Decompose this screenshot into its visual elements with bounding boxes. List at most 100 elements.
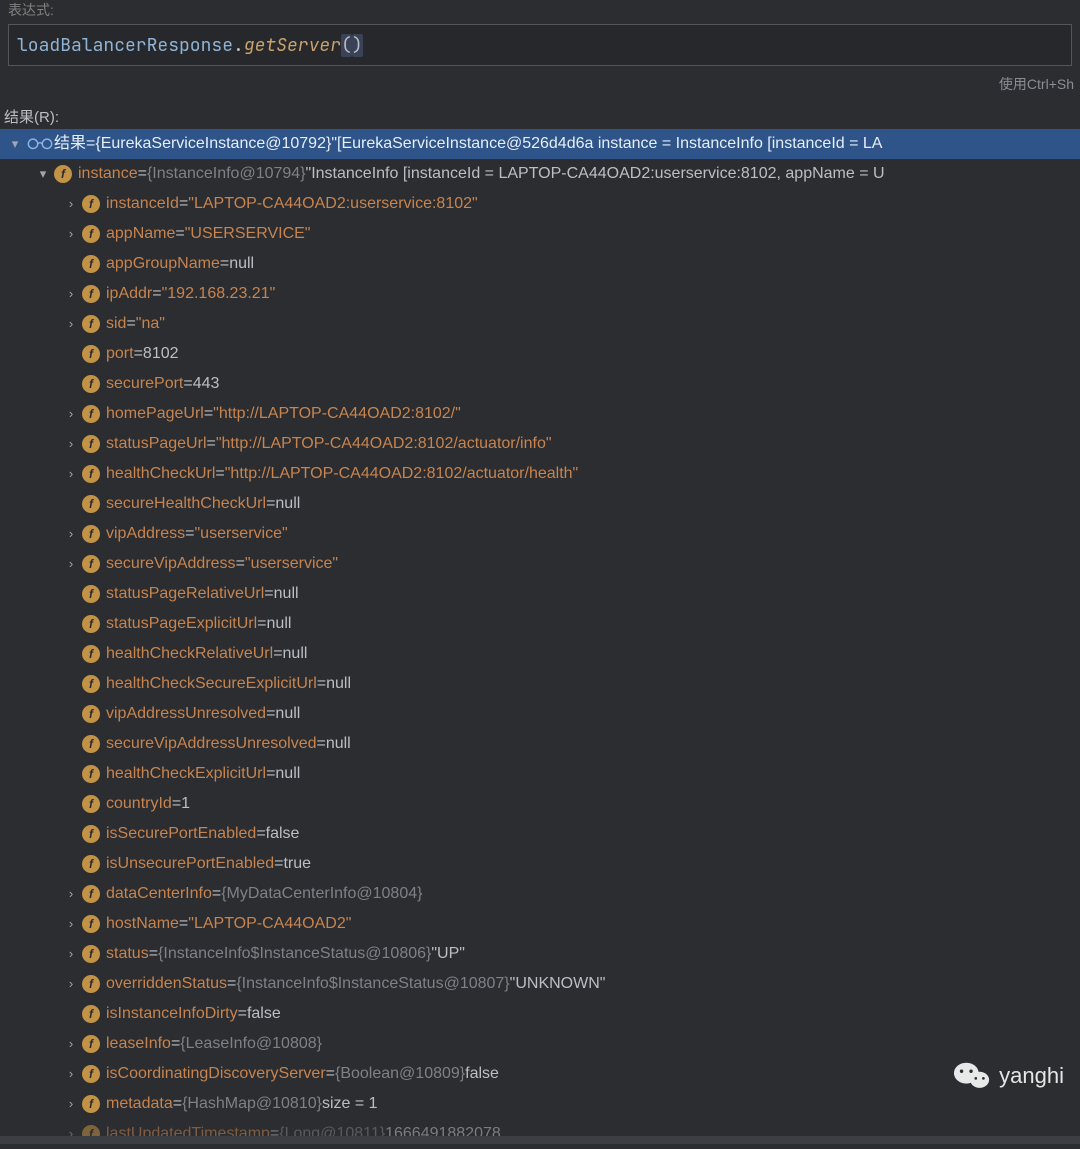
field-name: status bbox=[106, 939, 149, 969]
chevron-right-icon[interactable]: › bbox=[64, 189, 78, 219]
tree-field-row[interactable]: ›fstatusPageRelativeUrl = null bbox=[0, 579, 1080, 609]
field-badge-icon: f bbox=[82, 945, 100, 963]
field-badge-icon: f bbox=[82, 285, 100, 303]
field-badge-icon: f bbox=[82, 645, 100, 663]
field-name: ipAddr bbox=[106, 279, 152, 309]
chevron-right-icon[interactable]: › bbox=[64, 459, 78, 489]
tree-field-row[interactable]: ›fhealthCheckUrl = "http://LAPTOP-CA44OA… bbox=[0, 459, 1080, 489]
tree-field-row[interactable]: ›fstatusPageUrl = "http://LAPTOP-CA44OAD… bbox=[0, 429, 1080, 459]
watermark-text: yanghi bbox=[999, 1063, 1064, 1089]
field-eq: = bbox=[171, 1029, 180, 1059]
chevron-down-icon[interactable]: ▾ bbox=[36, 159, 50, 189]
tree-field-row[interactable]: ›fhealthCheckExplicitUrl = null bbox=[0, 759, 1080, 789]
tree-field-row[interactable]: ›fleaseInfo = {LeaseInfo@10808} bbox=[0, 1029, 1080, 1059]
chevron-right-icon[interactable]: › bbox=[64, 309, 78, 339]
tree-field-row[interactable]: ›fsecurePort = 443 bbox=[0, 369, 1080, 399]
field-name: sid bbox=[106, 309, 126, 339]
field-value: "na" bbox=[136, 309, 165, 339]
field-value: null bbox=[229, 249, 254, 279]
tree-field-row[interactable]: ›fisCoordinatingDiscoveryServer = {Boole… bbox=[0, 1059, 1080, 1089]
field-name: leaseInfo bbox=[106, 1029, 171, 1059]
field-badge-icon: f bbox=[82, 915, 100, 933]
tree-field-row[interactable]: ›flastUpdatedTimestamp = {Long@10811} 16… bbox=[0, 1119, 1080, 1149]
chevron-right-icon[interactable]: › bbox=[64, 969, 78, 999]
tree-field-row[interactable]: ›fhealthCheckRelativeUrl = null bbox=[0, 639, 1080, 669]
field-type: {InstanceInfo@10794} bbox=[147, 159, 306, 189]
field-badge-icon: f bbox=[82, 675, 100, 693]
chevron-right-icon[interactable]: › bbox=[64, 909, 78, 939]
tree-field-row[interactable]: ›fhomePageUrl = "http://LAPTOP-CA44OAD2:… bbox=[0, 399, 1080, 429]
tree-field-row[interactable]: ›fstatusPageExplicitUrl = null bbox=[0, 609, 1080, 639]
field-name: statusPageUrl bbox=[106, 429, 207, 459]
tree-field-row[interactable]: ›fhostName = "LAPTOP-CA44OAD2" bbox=[0, 909, 1080, 939]
field-badge-icon: f bbox=[54, 165, 72, 183]
token-method: getServer bbox=[244, 34, 341, 57]
field-value: null bbox=[274, 579, 299, 609]
chevron-right-icon[interactable]: › bbox=[64, 219, 78, 249]
tree-field-row[interactable]: ›fdataCenterInfo = {MyDataCenterInfo@108… bbox=[0, 879, 1080, 909]
field-name: isCoordinatingDiscoveryServer bbox=[106, 1059, 326, 1089]
tree-field-row[interactable]: ›foverriddenStatus = {InstanceInfo$Insta… bbox=[0, 969, 1080, 999]
field-badge-icon: f bbox=[82, 495, 100, 513]
tree-field-row[interactable]: ›fvipAddress = "userservice" bbox=[0, 519, 1080, 549]
chevron-down-icon[interactable]: ▾ bbox=[8, 129, 22, 159]
field-badge-icon: f bbox=[82, 345, 100, 363]
chevron-right-icon[interactable]: › bbox=[64, 1059, 78, 1089]
field-badge-icon: f bbox=[82, 615, 100, 633]
tree-field-row[interactable]: ›fsecureVipAddress = "userservice" bbox=[0, 549, 1080, 579]
chevron-right-icon[interactable]: › bbox=[64, 429, 78, 459]
chevron-right-icon[interactable]: › bbox=[64, 879, 78, 909]
field-value: null bbox=[283, 639, 308, 669]
field-eq: = bbox=[179, 189, 188, 219]
chevron-right-icon[interactable]: › bbox=[64, 279, 78, 309]
chevron-right-icon[interactable]: › bbox=[64, 1029, 78, 1059]
tree-field-row[interactable]: ›finstanceId = "LAPTOP-CA44OAD2:userserv… bbox=[0, 189, 1080, 219]
tree-field-row[interactable]: ›fsecureVipAddressUnresolved = null bbox=[0, 729, 1080, 759]
root-eq: = bbox=[86, 129, 95, 159]
field-badge-icon: f bbox=[82, 375, 100, 393]
tree-field-row[interactable]: ›fisUnsecurePortEnabled = true bbox=[0, 849, 1080, 879]
tree-field-row[interactable]: ›fport = 8102 bbox=[0, 339, 1080, 369]
field-badge-icon: f bbox=[82, 225, 100, 243]
field-name: secureVipAddressUnresolved bbox=[106, 729, 316, 759]
field-value: null bbox=[275, 759, 300, 789]
chevron-right-icon[interactable]: › bbox=[64, 519, 78, 549]
chevron-right-icon[interactable]: › bbox=[64, 1089, 78, 1119]
results-tree[interactable]: ▾ 结果 = {EurekaServiceInstance@10792} "[E… bbox=[0, 129, 1080, 1149]
tree-field-row[interactable]: ›fmetadata = {HashMap@10810} size = 1 bbox=[0, 1089, 1080, 1119]
tree-field-row[interactable]: ›fisSecurePortEnabled = false bbox=[0, 819, 1080, 849]
expression-input[interactable]: loadBalancerResponse.getServer() bbox=[8, 24, 1072, 66]
field-value: 443 bbox=[193, 369, 220, 399]
tree-field-row[interactable]: ›fipAddr = "192.168.23.21" bbox=[0, 279, 1080, 309]
tree-field-row[interactable]: ›fhealthCheckSecureExplicitUrl = null bbox=[0, 669, 1080, 699]
chevron-right-icon[interactable]: › bbox=[64, 939, 78, 969]
field-value: 1666491882078 bbox=[385, 1119, 501, 1149]
tree-field-row[interactable]: ›fappGroupName = null bbox=[0, 249, 1080, 279]
field-eq: = bbox=[172, 789, 181, 819]
field-eq: = bbox=[316, 729, 325, 759]
field-name: metadata bbox=[106, 1089, 173, 1119]
tree-field-row[interactable]: ›fsecureHealthCheckUrl = null bbox=[0, 489, 1080, 519]
field-eq: = bbox=[257, 609, 266, 639]
tree-field-row[interactable]: ›fisInstanceInfoDirty = false bbox=[0, 999, 1080, 1029]
chevron-right-icon[interactable]: › bbox=[64, 549, 78, 579]
field-value: null bbox=[275, 489, 300, 519]
tree-field-row[interactable]: ›fappName = "USERSERVICE" bbox=[0, 219, 1080, 249]
field-type: {InstanceInfo$InstanceStatus@10807} bbox=[236, 969, 509, 999]
field-name: secureVipAddress bbox=[106, 549, 236, 579]
tree-instance-row[interactable]: ▾ f instance = {InstanceInfo@10794} "Ins… bbox=[0, 159, 1080, 189]
field-value: false bbox=[465, 1059, 499, 1089]
field-badge-icon: f bbox=[82, 405, 100, 423]
tree-field-row[interactable]: ›fcountryId = 1 bbox=[0, 789, 1080, 819]
tree-field-row[interactable]: ›fstatus = {InstanceInfo$InstanceStatus@… bbox=[0, 939, 1080, 969]
field-value: "LAPTOP-CA44OAD2" bbox=[188, 909, 351, 939]
field-value: "192.168.23.21" bbox=[162, 279, 276, 309]
tree-field-row[interactable]: ›fsid = "na" bbox=[0, 309, 1080, 339]
bottom-scrollbar[interactable] bbox=[0, 1136, 1080, 1144]
field-name: healthCheckUrl bbox=[106, 459, 215, 489]
chevron-right-icon[interactable]: › bbox=[64, 1119, 78, 1149]
field-name: isInstanceInfoDirty bbox=[106, 999, 238, 1029]
chevron-right-icon[interactable]: › bbox=[64, 399, 78, 429]
tree-field-row[interactable]: ›fvipAddressUnresolved = null bbox=[0, 699, 1080, 729]
tree-root-row[interactable]: ▾ 结果 = {EurekaServiceInstance@10792} "[E… bbox=[0, 129, 1080, 159]
